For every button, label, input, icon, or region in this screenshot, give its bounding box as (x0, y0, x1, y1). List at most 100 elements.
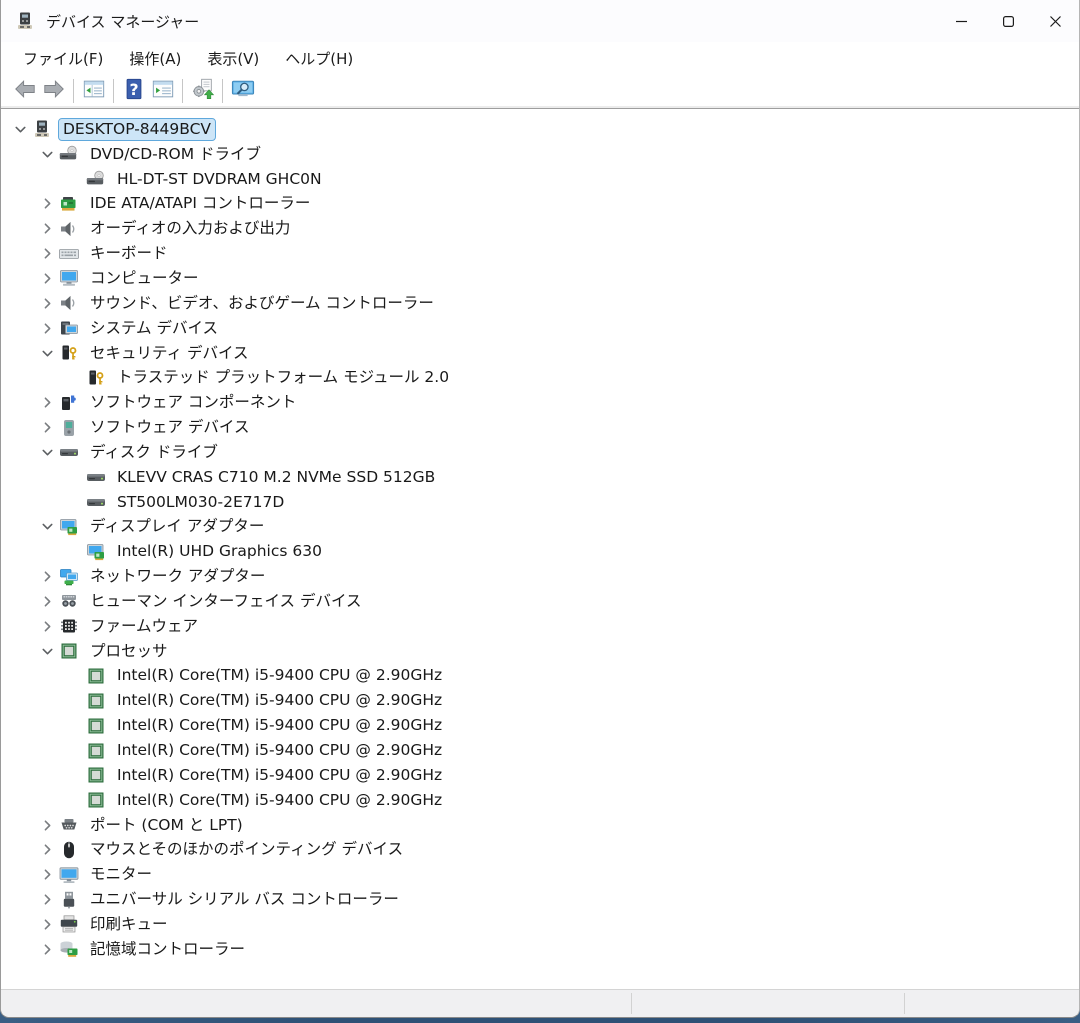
forward-arrow-icon (42, 77, 66, 105)
usb-icon (59, 890, 79, 910)
tree-item[interactable]: ソフトウェア コンポーネント (1, 390, 1079, 415)
tree-item[interactable]: サウンド、ビデオ、およびゲーム コントローラー (1, 291, 1079, 316)
chevron-right-icon[interactable] (36, 318, 59, 338)
tree-item[interactable]: モニター (1, 862, 1079, 887)
back-arrow-icon (13, 77, 37, 105)
chevron-right-icon[interactable] (36, 939, 59, 959)
chevron-right-icon[interactable] (36, 567, 59, 587)
menu-item-help[interactable]: ヘルプ(H) (272, 44, 366, 73)
tree-item[interactable]: トラステッド プラットフォーム モジュール 2.0 (1, 365, 1079, 390)
toolbar-separator (222, 79, 223, 103)
menu-item-action[interactable]: 操作(A) (116, 44, 194, 73)
title-bar: デバイス マネージャー (1, 0, 1079, 42)
chevron-right-icon[interactable] (36, 616, 59, 636)
tree-item[interactable]: マウスとそのほかのポインティング デバイス (1, 837, 1079, 862)
update-driver-button[interactable] (188, 77, 217, 105)
tree-item[interactable]: ディスプレイ アダプター (1, 515, 1079, 540)
maximize-button[interactable] (985, 0, 1032, 42)
tree-item[interactable]: キーボード (1, 241, 1079, 266)
tree-item[interactable]: Intel(R) Core(TM) i5-9400 CPU @ 2.90GHz (1, 664, 1079, 689)
chevron-down-icon[interactable] (36, 442, 59, 462)
chevron-down-icon[interactable] (36, 343, 59, 363)
forward-button[interactable] (39, 77, 68, 105)
minimize-button[interactable] (938, 0, 985, 42)
tree-item[interactable]: ST500LM030-2E717D (1, 490, 1079, 515)
tree-item[interactable]: コンピューター (1, 266, 1079, 291)
tree-item[interactable]: Intel(R) Core(TM) i5-9400 CPU @ 2.90GHz (1, 763, 1079, 788)
ide-controller-icon (59, 194, 79, 214)
chevron-down-icon[interactable] (36, 144, 59, 164)
chevron-right-icon[interactable] (36, 840, 59, 860)
chevron-right-icon[interactable] (36, 418, 59, 438)
tree-item[interactable]: Intel(R) Core(TM) i5-9400 CPU @ 2.90GHz (1, 738, 1079, 763)
tree-item[interactable]: DESKTOP-8449BCV (1, 117, 1079, 142)
tree-item[interactable]: ソフトウェア デバイス (1, 415, 1079, 440)
tree-item-label: ネットワーク アダプター (90, 567, 266, 586)
chevron-right-icon[interactable] (36, 865, 59, 885)
tree-item[interactable]: セキュリティ デバイス (1, 341, 1079, 366)
toolbar-separator (73, 79, 74, 103)
sound-video-game-icon (59, 293, 79, 313)
tree-item[interactable]: プロセッサ (1, 639, 1079, 664)
help-button[interactable]: ? (119, 77, 148, 105)
chevron-right-icon[interactable] (36, 268, 59, 288)
menu-item-file[interactable]: ファイル(F) (10, 44, 116, 73)
tree-item-label: Intel(R) Core(TM) i5-9400 CPU @ 2.90GHz (117, 666, 443, 685)
tree-item-label: Intel(R) Core(TM) i5-9400 CPU @ 2.90GHz (117, 765, 443, 784)
scan-hardware-changes-button[interactable] (228, 77, 257, 105)
chevron-right-icon[interactable] (36, 194, 59, 214)
tree-item[interactable]: 印刷キュー (1, 912, 1079, 937)
chevron-right-icon[interactable] (36, 293, 59, 313)
tree-item[interactable]: DVD/CD-ROM ドライブ (1, 142, 1079, 167)
tree-item-label: Intel(R) Core(TM) i5-9400 CPU @ 2.90GHz (117, 790, 443, 809)
chevron-right-icon[interactable] (36, 890, 59, 910)
chevron-down-icon[interactable] (36, 517, 59, 537)
processor-icon (59, 641, 79, 661)
computer-monitor-icon (59, 268, 79, 288)
tree-item[interactable]: ネットワーク アダプター (1, 564, 1079, 589)
tree-item[interactable]: IDE ATA/ATAPI コントローラー (1, 192, 1079, 217)
tree-item[interactable]: ポート (COM と LPT) (1, 813, 1079, 838)
tree-item[interactable]: Intel(R) Core(TM) i5-9400 CPU @ 2.90GHz (1, 713, 1079, 738)
tree-item[interactable]: HL-DT-ST DVDRAM GHC0N (1, 167, 1079, 192)
tree-item[interactable]: システム デバイス (1, 316, 1079, 341)
close-button[interactable] (1032, 0, 1079, 42)
tree-item-label: トラステッド プラットフォーム モジュール 2.0 (117, 368, 450, 387)
tree-item[interactable]: Intel(R) UHD Graphics 630 (1, 539, 1079, 564)
chevron-right-icon[interactable] (36, 914, 59, 934)
toolbar: ? (1, 74, 1079, 109)
tree-item[interactable]: ユニバーサル シリアル バス コントローラー (1, 887, 1079, 912)
chevron-right-icon[interactable] (36, 591, 59, 611)
tree-item[interactable]: ディスク ドライブ (1, 440, 1079, 465)
device-manager-icon (15, 11, 35, 31)
tree-item-label: ソフトウェア デバイス (90, 418, 250, 437)
tree-item[interactable]: Intel(R) Core(TM) i5-9400 CPU @ 2.90GHz (1, 688, 1079, 713)
tree-item[interactable]: 記憶域コントローラー (1, 937, 1079, 962)
chevron-down-icon[interactable] (9, 119, 32, 139)
processor-icon (86, 765, 106, 785)
chevron-down-icon[interactable] (36, 641, 59, 661)
menu-item-view[interactable]: 表示(V) (194, 44, 272, 73)
show-console-tree-button[interactable] (79, 77, 108, 105)
keyboard-icon (59, 244, 79, 264)
tree-item[interactable]: オーディオの入力および出力 (1, 216, 1079, 241)
back-button[interactable] (10, 77, 39, 105)
processor-icon (86, 741, 106, 761)
software-component-icon (59, 393, 79, 413)
device-tree: DESKTOP-8449BCV DVD/CD-ROM ドライブ HL-DT-ST D… (1, 109, 1079, 989)
tree-item[interactable]: ヒューマン インターフェイス デバイス (1, 589, 1079, 614)
chevron-right-icon[interactable] (36, 815, 59, 835)
tree-item[interactable]: ファームウェア (1, 614, 1079, 639)
tree-item-label: マウスとそのほかのポインティング デバイス (90, 840, 404, 859)
tree-item[interactable]: Intel(R) Core(TM) i5-9400 CPU @ 2.90GHz (1, 788, 1079, 813)
tree-item-label: Intel(R) UHD Graphics 630 (117, 542, 322, 561)
properties-button[interactable] (148, 77, 177, 105)
chevron-right-icon[interactable] (36, 393, 59, 413)
chevron-right-icon[interactable] (36, 244, 59, 264)
tree-item[interactable]: KLEVV CRAS C710 M.2 NVMe SSD 512GB (1, 465, 1079, 490)
chevron-right-icon[interactable] (36, 219, 59, 239)
